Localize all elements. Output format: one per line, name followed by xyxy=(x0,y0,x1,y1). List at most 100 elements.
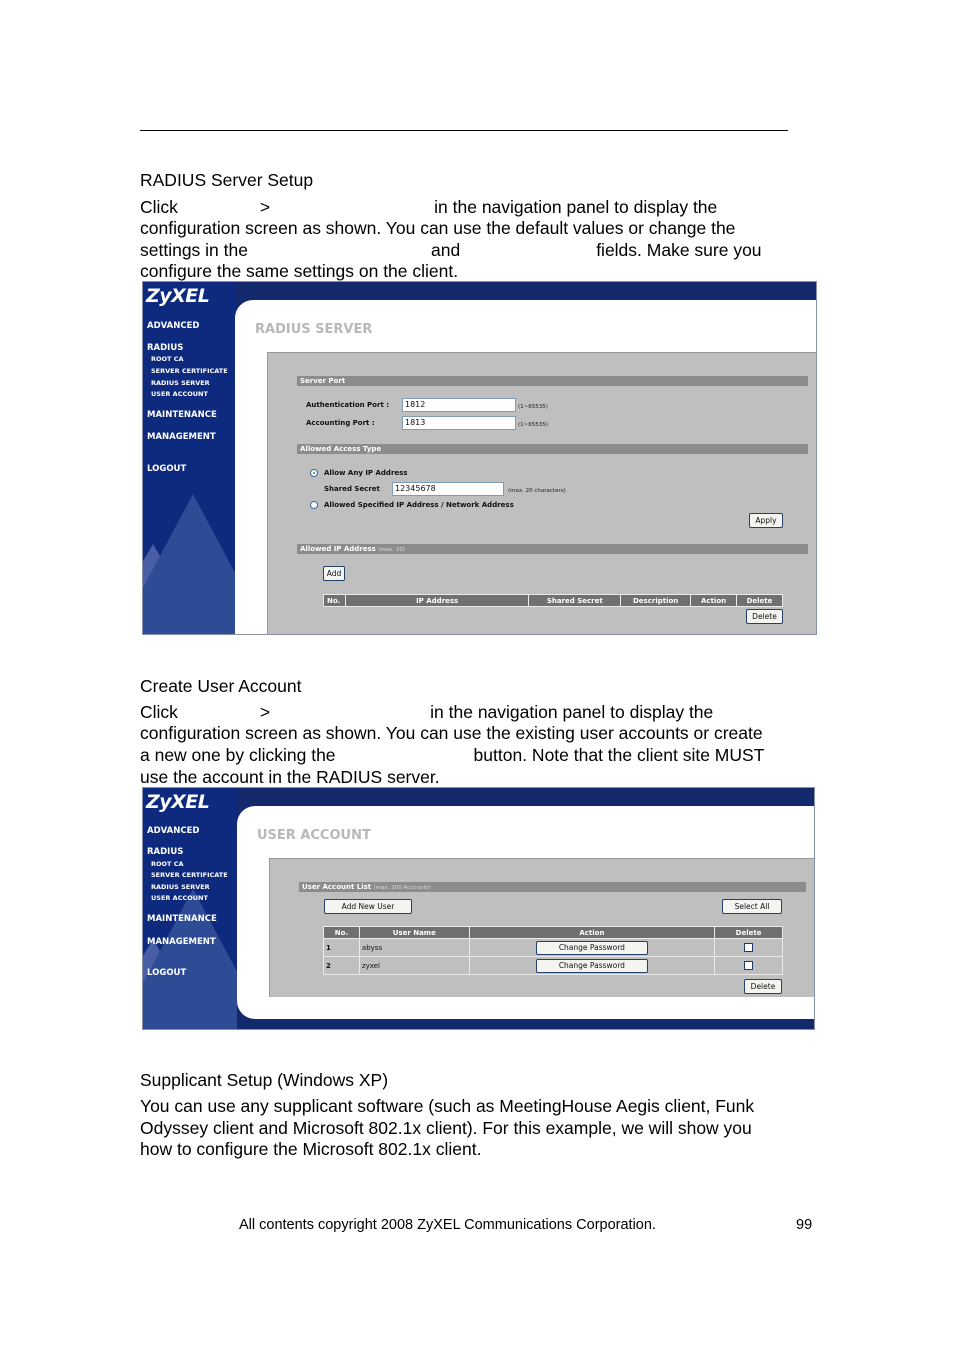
text-fragment: settings in the xyxy=(140,240,248,260)
nav-root-ca[interactable]: ROOT CA xyxy=(151,355,184,363)
para-line: configure the same settings on the clien… xyxy=(140,261,459,281)
allowed-ip-table: No. IP Address Shared Secret Description… xyxy=(323,594,783,607)
settings-panel: Server Port Authentication Port : 1812 (… xyxy=(267,352,816,634)
content-area: USER ACCOUNT User Account List (max. 200… xyxy=(237,806,814,1019)
auth-port-input[interactable]: 1812 xyxy=(402,398,516,412)
cell-no: 1 xyxy=(323,938,360,957)
col-ip-address: IP Address xyxy=(344,594,530,607)
nav-user-account[interactable]: USER ACCOUNT xyxy=(151,390,208,398)
section-hint: (max. 200 Accounts) xyxy=(373,885,431,891)
acct-port-label: Accounting Port : xyxy=(306,419,375,427)
nav-radius[interactable]: RADIUS xyxy=(147,343,183,353)
nav-radius[interactable]: RADIUS xyxy=(147,847,183,857)
col-delete: Delete xyxy=(714,926,783,939)
section-title-supplicant-setup: Supplicant Setup (Windows XP) xyxy=(140,1070,389,1090)
top-bar xyxy=(237,788,814,806)
acct-port-hint: (1~65535) xyxy=(518,422,548,428)
text-fragment: Click xyxy=(140,702,178,722)
zyxel-logo: ZyXEL xyxy=(146,285,210,307)
text-fragment: > xyxy=(259,197,271,217)
section-bar-server-port: Server Port xyxy=(297,376,808,386)
settings-panel: User Account List (max. 200 Accounts) Ad… xyxy=(269,858,814,997)
section-hint: (max. 20) xyxy=(378,547,406,553)
table-row: 1 abyss Change Password xyxy=(323,938,783,957)
radio-allowed-specified[interactable] xyxy=(310,501,318,509)
cell-user-name: abyss xyxy=(358,938,470,957)
para-line: Odyssey client and Microsoft 802.1x clie… xyxy=(140,1118,752,1138)
text-fragment: a new one by clicking the xyxy=(140,745,336,765)
para-line: a new one by clicking the button. Note th… xyxy=(140,745,764,767)
nav-sidebar: ZyXEL ADVANCED RADIUS ROOT CA SERVER CER… xyxy=(143,282,235,634)
page-title: USER ACCOUNT xyxy=(257,828,371,843)
nav-management[interactable]: MANAGEMENT xyxy=(147,432,216,442)
para-line: Click > in the navigation panel to display… xyxy=(140,197,717,219)
delete-button[interactable]: Delete xyxy=(746,609,783,624)
acct-port-input[interactable]: 1813 xyxy=(402,416,516,430)
cell-action: Change Password xyxy=(468,938,716,957)
cell-user-name: zyxel xyxy=(358,956,470,975)
nav-maintenance[interactable]: MAINTENANCE xyxy=(147,914,217,924)
text-fragment: Click xyxy=(140,197,178,217)
nav-server-certificate[interactable]: SERVER CERTIFICATE xyxy=(151,367,228,375)
footer-copyright: All contents copyright 2008 ZyXEL Commun… xyxy=(239,1217,656,1233)
nav-sidebar: ZyXEL ADVANCED RADIUS ROOT CA SERVER CER… xyxy=(143,788,237,1029)
table-header-row: No. User Name Action Delete xyxy=(323,926,783,939)
nav-logout[interactable]: LOGOUT xyxy=(147,464,186,474)
text-fragment: in the navigation panel to display the xyxy=(434,197,718,217)
change-password-button[interactable]: Change Password xyxy=(535,940,648,955)
page-title: RADIUS SERVER xyxy=(255,322,373,337)
text-fragment: fields. Make sure you xyxy=(596,240,762,260)
nav-logout[interactable]: LOGOUT xyxy=(147,968,186,978)
col-delete: Delete xyxy=(736,594,783,607)
select-all-button[interactable]: Select All xyxy=(722,899,782,914)
nav-advanced[interactable]: ADVANCED xyxy=(147,826,199,836)
radius-server-screenshot: ZyXEL ADVANCED RADIUS ROOT CA SERVER CER… xyxy=(142,281,817,635)
table-row: 2 zyxel Change Password xyxy=(323,956,783,975)
add-new-user-button[interactable]: Add New User xyxy=(324,899,412,914)
user-account-table: No. User Name Action Delete 1 abyss Chan… xyxy=(323,926,783,975)
text-fragment: button. Note that the client site MUST xyxy=(473,745,765,765)
radio-allow-any-ip[interactable] xyxy=(310,469,318,477)
nav-radius-server[interactable]: RADIUS SERVER xyxy=(151,883,210,891)
shared-secret-input[interactable]: 12345678 xyxy=(392,482,504,496)
user-account-screenshot: ZyXEL ADVANCED RADIUS ROOT CA SERVER CER… xyxy=(142,787,815,1030)
nav-management[interactable]: MANAGEMENT xyxy=(147,937,216,947)
nav-advanced[interactable]: ADVANCED xyxy=(147,321,199,331)
nav-maintenance[interactable]: MAINTENANCE xyxy=(147,410,217,420)
table-header-row: No. IP Address Shared Secret Description… xyxy=(323,594,783,607)
nav-server-certificate[interactable]: SERVER CERTIFICATE xyxy=(151,871,228,879)
col-no: No. xyxy=(323,926,360,939)
cell-delete xyxy=(714,956,783,975)
delete-button[interactable]: Delete xyxy=(744,979,782,994)
cell-no: 2 xyxy=(323,956,360,975)
delete-checkbox[interactable] xyxy=(744,943,754,952)
col-action: Action xyxy=(690,594,738,607)
nav-radius-server[interactable]: RADIUS SERVER xyxy=(151,379,210,387)
page-number: 99 xyxy=(796,1217,813,1233)
cell-action: Change Password xyxy=(468,956,716,975)
nav-user-account[interactable]: USER ACCOUNT xyxy=(151,894,208,902)
col-shared-secret: Shared Secret xyxy=(528,594,622,607)
col-user-name: User Name xyxy=(358,926,470,939)
text-fragment: and xyxy=(430,240,461,260)
zyxel-logo: ZyXEL xyxy=(146,791,210,813)
change-password-button[interactable]: Change Password xyxy=(535,958,648,973)
para-line: Click > in the navigation panel to display… xyxy=(140,702,713,724)
nav-root-ca[interactable]: ROOT CA xyxy=(151,860,184,868)
section-title: Allowed IP Address xyxy=(300,545,376,553)
content-area: RADIUS SERVER Server Port Authentication… xyxy=(235,300,816,634)
text-fragment: > xyxy=(259,702,271,722)
header-rule xyxy=(140,130,788,131)
shared-secret-label: Shared Secret xyxy=(324,485,380,493)
top-bar xyxy=(235,282,816,300)
para-line: how to configure the Microsoft 802.1x cl… xyxy=(140,1139,482,1159)
section-bar-access-type: Allowed Access Type xyxy=(297,444,808,454)
add-button[interactable]: Add xyxy=(323,566,345,581)
apply-button[interactable]: Apply xyxy=(749,513,783,528)
section-title-create-user-account: Create User Account xyxy=(140,676,302,696)
delete-checkbox[interactable] xyxy=(744,961,754,970)
para-line: configuration screen as shown. You can u… xyxy=(140,723,763,743)
para-line: You can use any supplicant software (suc… xyxy=(140,1096,755,1116)
auth-port-label: Authentication Port : xyxy=(306,401,390,409)
allow-any-ip-label: Allow Any IP Address xyxy=(324,469,408,477)
